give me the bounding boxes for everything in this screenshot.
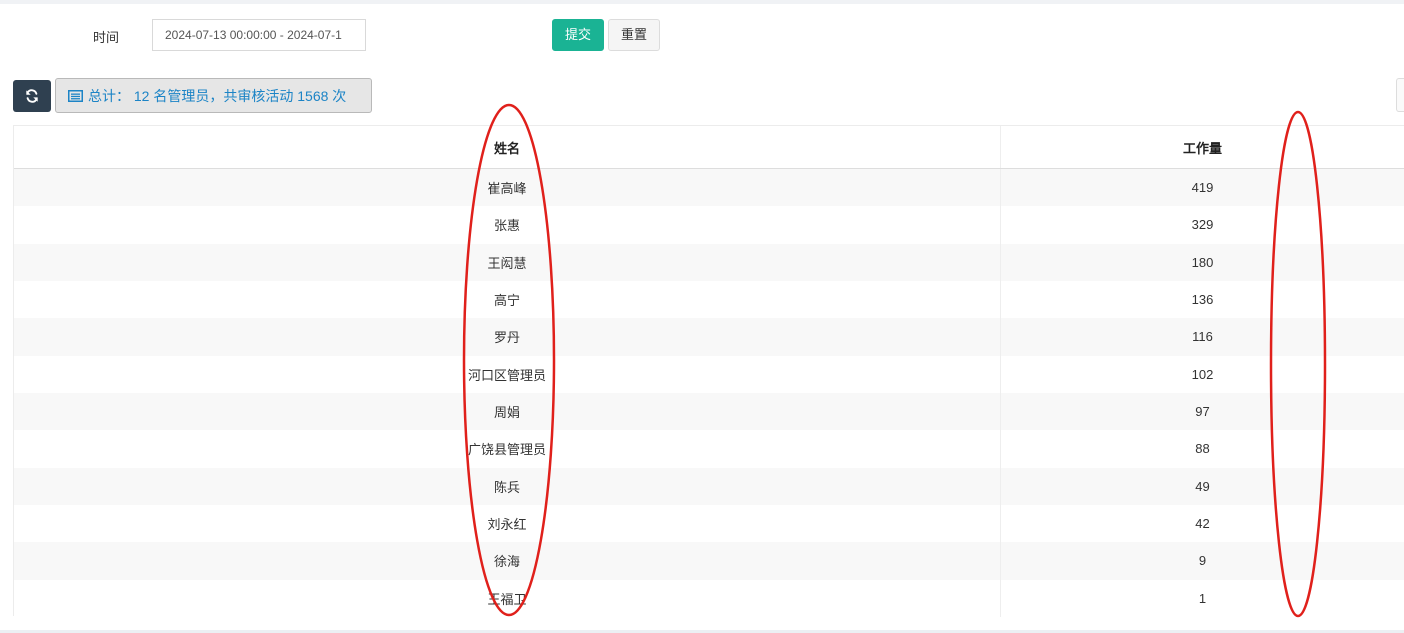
cell-name: 广饶县管理员: [14, 430, 1001, 468]
refresh-button[interactable]: [13, 80, 51, 112]
cell-name: 张惠: [14, 206, 1001, 244]
table-row[interactable]: 陈兵 49: [14, 467, 1404, 505]
table-body: 崔高峰 419 张惠 329 王闳慧 180 高宁 136 罗丹 116 河口区管理员 102 周娟 97…: [14, 169, 1404, 617]
table-row[interactable]: 张惠 329: [14, 206, 1404, 244]
submit-button[interactable]: 提交: [552, 19, 604, 51]
date-range-input[interactable]: [152, 19, 366, 51]
cell-workload: 42: [1195, 516, 1210, 532]
list-icon: [68, 89, 88, 102]
summary-box: 总计： 12 名管理员，共审核活动 1568 次: [55, 78, 372, 113]
table-header: 姓名 工作量: [14, 126, 1404, 169]
cell-name: 高宁: [14, 280, 1001, 319]
workload-table: 姓名 工作量 崔高峰 419 张惠 329 王闳慧 180 高宁 136 罗丹 116 河口区管理员…: [13, 125, 1404, 617]
column-header-workload[interactable]: 工作量: [1001, 126, 1404, 168]
table-row[interactable]: 刘永红 42: [14, 504, 1404, 543]
cell-workload: 180: [1191, 254, 1214, 270]
refresh-icon: [25, 89, 39, 103]
cell-name: 王福卫: [14, 579, 1001, 617]
table-row[interactable]: 王闳慧 180: [14, 243, 1404, 281]
reset-button[interactable]: 重置: [608, 19, 660, 51]
cell-workload: 116: [1192, 329, 1213, 345]
cell-name: 刘永红: [14, 504, 1001, 543]
table-row[interactable]: 广饶县管理员 88: [14, 430, 1404, 468]
table-row[interactable]: 高宁 136: [14, 280, 1404, 319]
table-row[interactable]: 王福卫 1: [14, 579, 1404, 617]
table-row[interactable]: 罗丹 116: [14, 318, 1404, 356]
cell-workload: 88: [1195, 441, 1210, 457]
cell-name: 王闳慧: [14, 243, 1001, 281]
table-row[interactable]: 徐海 9: [14, 542, 1404, 580]
cell-workload: 419: [1191, 180, 1214, 196]
cell-name: 河口区管理员: [14, 355, 1001, 393]
cell-workload: 9: [1198, 553, 1207, 569]
cell-name: 周娟: [14, 392, 1001, 431]
cell-name: 陈兵: [14, 467, 1001, 505]
cell-name: 徐海: [14, 542, 1001, 580]
cell-name: 崔高峰: [14, 169, 1001, 207]
cell-workload: 329: [1191, 217, 1214, 233]
column-header-name[interactable]: 姓名: [14, 126, 1001, 168]
cell-workload: 1: [1198, 590, 1207, 606]
cell-name: 罗丹: [14, 318, 1001, 356]
toolbar-right-button[interactable]: [1396, 78, 1404, 112]
cell-workload: 49: [1195, 478, 1210, 494]
cell-workload: 136: [1191, 292, 1214, 308]
table-row[interactable]: 崔高峰 419: [14, 169, 1404, 207]
summary-text: 总计： 12 名管理员，共审核活动 1568 次: [88, 87, 347, 104]
cell-workload: 97: [1195, 404, 1210, 420]
table-row[interactable]: 河口区管理员 102: [14, 355, 1404, 393]
top-strip: [0, 0, 1404, 4]
table-row[interactable]: 周娟 97: [14, 392, 1404, 431]
time-filter-label: 时间: [93, 30, 120, 45]
cell-workload: 102: [1191, 366, 1214, 382]
